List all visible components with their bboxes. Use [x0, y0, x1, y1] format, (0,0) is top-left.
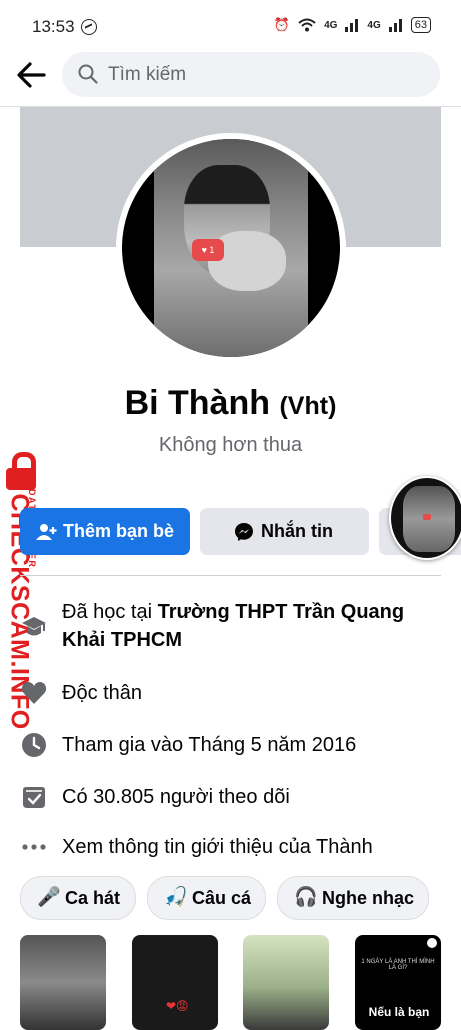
search-icon: [78, 64, 98, 84]
hobby-label: Ca hát: [65, 888, 121, 908]
back-arrow-icon[interactable]: [14, 59, 48, 91]
chat-head-heart: [423, 514, 431, 520]
messenger-icon: [81, 19, 97, 35]
graduation-cap-icon: [22, 617, 46, 636]
signal-icon: [345, 19, 359, 32]
add-friend-label: Thêm bạn bè: [63, 521, 175, 541]
hobby-music[interactable]: 🎧 Nghe nhạc: [277, 876, 429, 920]
clock-icon: [22, 733, 46, 757]
chat-head-bubble[interactable]: [389, 476, 461, 560]
photo-close-icon: [427, 938, 437, 948]
followers-icon: [23, 787, 45, 808]
search-placeholder: Tìm kiếm: [108, 64, 187, 85]
avatar-like-badge: ♥ 1: [192, 239, 224, 261]
add-friend-button[interactable]: Thêm bạn bè: [20, 508, 190, 555]
wifi-icon: [298, 18, 316, 32]
profile-name: Bi Thành (Vht): [0, 384, 461, 423]
avatar-like-count: 1: [209, 245, 215, 255]
profile-name-text: Bi Thành: [124, 384, 271, 422]
battery-icon: 63: [410, 17, 431, 33]
hobby-label: Câu cá: [192, 888, 252, 908]
hobby-label: Nghe nhạc: [322, 888, 415, 908]
fishing-icon: 🎣: [164, 887, 188, 908]
network-1-label: 4G: [324, 19, 338, 31]
more-dots-icon: [22, 844, 46, 850]
followers-text: Có 30.805 người theo dõi: [62, 786, 290, 808]
hobby-fishing[interactable]: 🎣 Câu cá: [147, 876, 266, 920]
featured-photo-1[interactable]: [20, 935, 106, 1030]
message-button[interactable]: Nhắn tin: [200, 508, 369, 555]
see-about-text[interactable]: Xem thông tin giới thiệu của Thành: [62, 833, 442, 861]
watermark: DATA CENTER CHECKSCAM.INFO: [2, 452, 46, 730]
messenger-icon: [235, 523, 253, 541]
add-friend-icon: [36, 524, 57, 540]
section-divider: [20, 575, 441, 576]
featured-photo-3[interactable]: [243, 935, 329, 1030]
photo-4-caption: 1 NGÀY LÀ ANH THÌ MÌNH LÀ GÌ?: [361, 959, 435, 971]
featured-photo-2[interactable]: ❤😡: [132, 935, 218, 1030]
status-icons: ⏰ 4G 4G 63: [274, 17, 431, 33]
status-bar: 13:53 ⏰ 4G 4G 63: [0, 0, 461, 52]
heart-icon: [21, 682, 47, 704]
alarm-icon: ⏰: [273, 17, 291, 32]
education-prefix: Đã học tại: [62, 601, 153, 623]
profile-avatar[interactable]: ♥ 1: [122, 139, 340, 357]
lock-icon: [4, 452, 38, 490]
relationship-text: Độc thân: [62, 682, 143, 704]
hobby-singing[interactable]: 🎤 Ca hát: [20, 876, 136, 920]
heart-emoji-icon: ❤😡: [166, 999, 189, 1013]
profile-bio: Không hơn thua: [158, 434, 303, 456]
network-2-label: 4G: [367, 19, 381, 31]
profile-nickname: (Vht): [279, 392, 337, 420]
status-time: 13:53: [32, 17, 75, 36]
message-label: Nhắn tin: [261, 521, 333, 541]
joined-text: Tham gia vào Tháng 5 năm 2016: [62, 734, 357, 756]
headphones-icon: 🎧: [294, 887, 318, 908]
microphone-icon: 🎤: [37, 887, 61, 908]
signal-icon-2: [388, 19, 402, 32]
photo-4-text: Nếu là bạn: [368, 1005, 430, 1019]
featured-photo-4[interactable]: 1 NGÀY LÀ ANH THÌ MÌNH LÀ GÌ? Nếu là bạn: [355, 935, 441, 1030]
search-input[interactable]: Tìm kiếm: [62, 52, 440, 97]
